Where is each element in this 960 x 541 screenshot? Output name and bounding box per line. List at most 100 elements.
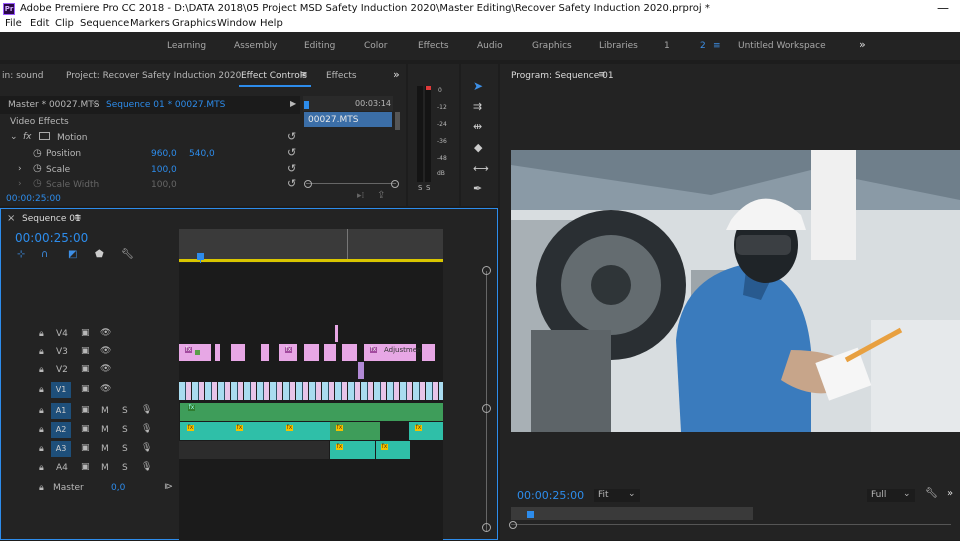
- lock-icon[interactable]: 🔒︎: [39, 329, 44, 339]
- zoom-handle-right[interactable]: [391, 180, 399, 188]
- clip-v3[interactable]: [215, 344, 220, 361]
- clip-v3[interactable]: [261, 344, 269, 361]
- menu-sequence[interactable]: Sequence: [80, 18, 129, 29]
- workspace-2[interactable]: 2: [700, 41, 706, 51]
- ripple-edit-tool-icon[interactable]: ⇹: [473, 120, 482, 133]
- sequence-clip-label[interactable]: Sequence 01 * 00027.MTS: [106, 100, 225, 110]
- menu-help[interactable]: Help: [260, 18, 283, 29]
- workspace-assembly[interactable]: Assembly: [234, 41, 277, 51]
- sync-lock-icon[interactable]: ▣: [81, 384, 90, 394]
- track-label-a2[interactable]: A2: [51, 422, 71, 438]
- zoom-scrollbar[interactable]: [306, 183, 396, 184]
- clip-a3[interactable]: fx: [330, 441, 375, 459]
- microphone-icon[interactable]: 🎙︎: [141, 405, 152, 415]
- selection-tool-icon[interactable]: ➤: [473, 79, 483, 93]
- zoom-handle-left[interactable]: [304, 180, 312, 188]
- solo-right-button[interactable]: S: [426, 184, 430, 192]
- snap-icon[interactable]: ∩: [41, 249, 48, 260]
- mute-button[interactable]: M: [101, 406, 109, 416]
- sync-lock-icon[interactable]: ▣: [81, 364, 90, 374]
- vertical-scrollbar[interactable]: [486, 271, 487, 531]
- microphone-icon[interactable]: 🎙︎: [141, 462, 152, 472]
- tab-project[interactable]: Project: Recover Safety Induction 2020: [66, 71, 241, 81]
- position-x-value[interactable]: 960,0: [151, 149, 177, 159]
- scale-value[interactable]: 100,0: [151, 165, 177, 175]
- track-label-a4[interactable]: A4: [56, 463, 68, 473]
- stopwatch-icon[interactable]: ◷: [33, 178, 42, 189]
- track-area[interactable]: [179, 263, 443, 541]
- clip-adjustment[interactable]: fx Adjustmen: [364, 344, 421, 361]
- clip-a2[interactable]: fx fx fx: [180, 422, 330, 440]
- lock-icon[interactable]: 🔒︎: [39, 385, 44, 395]
- more-icon[interactable]: »: [947, 488, 953, 499]
- stopwatch-icon[interactable]: ◷: [33, 163, 42, 174]
- razor-tool-icon[interactable]: ◆: [474, 141, 482, 154]
- timeline-tab-menu-icon[interactable]: ≡: [74, 213, 82, 223]
- minimize-button[interactable]: —: [937, 1, 949, 15]
- program-playhead-icon[interactable]: [527, 511, 534, 518]
- scroll-handle-top[interactable]: [482, 266, 491, 275]
- eye-icon[interactable]: 👁︎: [100, 364, 111, 374]
- play-audio-icon[interactable]: ▸⁞: [357, 191, 364, 201]
- master-volume-value[interactable]: 0,0: [111, 483, 125, 493]
- scroll-handle-mid[interactable]: [482, 404, 491, 413]
- scale-width-value[interactable]: 100,0: [151, 180, 177, 190]
- lock-icon[interactable]: 🔒︎: [39, 463, 44, 473]
- track-label-v3[interactable]: V3: [56, 347, 68, 357]
- menu-clip[interactable]: Clip: [55, 18, 74, 29]
- reset-scale-width-icon[interactable]: ↺: [287, 177, 296, 190]
- sync-lock-icon[interactable]: ▣: [81, 346, 90, 356]
- menu-file[interactable]: File: [5, 18, 22, 29]
- slip-tool-icon[interactable]: ⟷: [473, 162, 489, 175]
- transform-handle-icon[interactable]: [39, 132, 50, 140]
- lock-icon[interactable]: 🔒︎: [39, 406, 44, 416]
- workspace-editing[interactable]: Editing: [304, 41, 335, 51]
- microphone-icon[interactable]: 🎙︎: [141, 424, 152, 434]
- effect-clip-bar[interactable]: 00027.MTS: [304, 112, 392, 127]
- zoom-handle-left[interactable]: [509, 521, 517, 529]
- timeline-ruler[interactable]: [179, 229, 443, 259]
- eye-icon[interactable]: 👁︎: [100, 328, 111, 338]
- workspace-untitled[interactable]: Untitled Workspace: [738, 41, 826, 51]
- position-y-value[interactable]: 540,0: [189, 149, 215, 159]
- lock-icon[interactable]: 🔒︎: [39, 365, 44, 375]
- tab-effect-controls[interactable]: Effect Controls: [241, 71, 307, 81]
- mute-button[interactable]: M: [101, 463, 109, 473]
- track-label-v2[interactable]: V2: [56, 365, 68, 375]
- clip-a3[interactable]: fx: [376, 441, 410, 459]
- menu-markers[interactable]: Markers: [130, 18, 170, 29]
- pen-tool-icon[interactable]: ✒: [473, 182, 482, 195]
- collapse-motion-icon[interactable]: ⌄: [10, 132, 18, 142]
- timeline-tab[interactable]: Sequence 01: [22, 214, 81, 224]
- menu-window[interactable]: Window: [217, 18, 256, 29]
- fx-toggle-icon[interactable]: fx: [23, 132, 32, 142]
- solo-left-button[interactable]: S: [418, 184, 422, 192]
- clip-a2[interactable]: fx: [409, 422, 443, 440]
- sync-lock-icon[interactable]: ▣: [81, 328, 90, 338]
- clip-v3[interactable]: fx: [179, 344, 211, 361]
- solo-button[interactable]: S: [122, 463, 128, 473]
- nest-sequence-icon[interactable]: ⊹: [17, 249, 25, 260]
- tab-effects[interactable]: Effects: [326, 71, 357, 81]
- track-label-a3[interactable]: A3: [51, 441, 71, 457]
- program-scrub-bar[interactable]: [511, 507, 753, 520]
- solo-button[interactable]: S: [122, 444, 128, 454]
- chevron-down-icon[interactable]: ⌵: [92, 99, 99, 109]
- mute-button[interactable]: M: [101, 425, 109, 435]
- fit-dropdown[interactable]: Fit ⌄: [594, 489, 640, 502]
- export-frame-icon[interactable]: ⇪: [377, 190, 385, 201]
- sync-lock-icon[interactable]: ▣: [81, 405, 90, 415]
- sync-lock-icon[interactable]: ▣: [81, 424, 90, 434]
- clip-v3[interactable]: [342, 344, 357, 361]
- add-marker-icon[interactable]: ⬟: [95, 249, 104, 260]
- go-to-end-icon[interactable]: ⧐: [164, 482, 173, 492]
- track-select-tool-icon[interactable]: ⇉: [473, 100, 482, 113]
- eye-icon[interactable]: 👁︎: [100, 346, 111, 356]
- clip-v3[interactable]: [231, 344, 245, 361]
- clip-a1[interactable]: fx: [180, 403, 443, 421]
- track-label-v1[interactable]: V1: [51, 382, 71, 398]
- reset-scale-icon[interactable]: ↺: [287, 162, 296, 175]
- close-tab-icon[interactable]: ×: [7, 213, 15, 224]
- lock-icon[interactable]: 🔒︎: [39, 483, 44, 493]
- tab-menu-icon[interactable]: ≡: [300, 70, 308, 80]
